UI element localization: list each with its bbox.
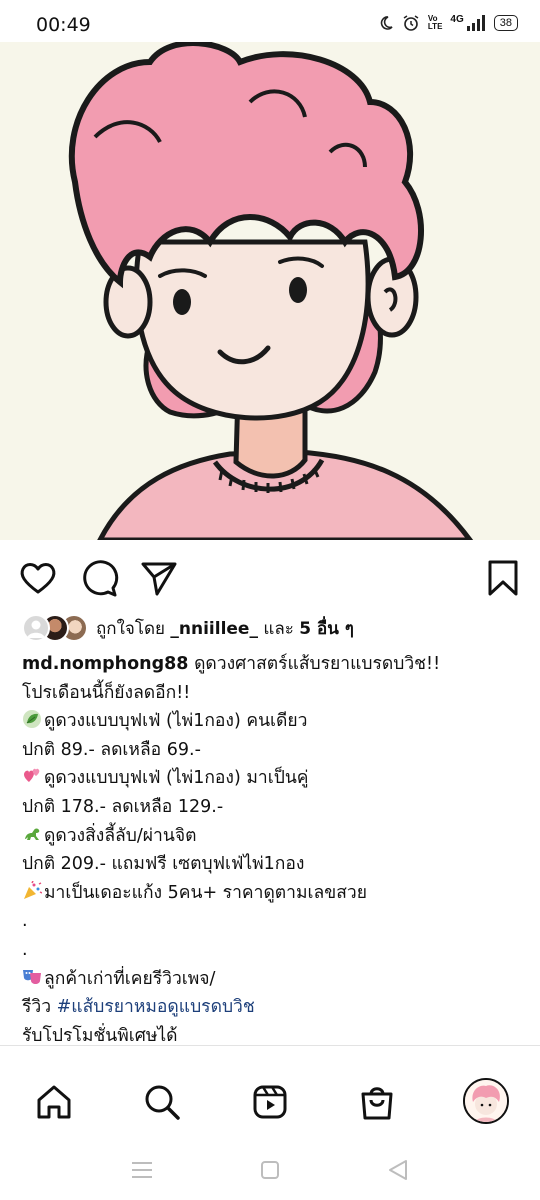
caption-text: ลูกค้าเก่าที่เคยรีวิวเพจ/ [44, 968, 216, 989]
shop-bag-icon[interactable] [357, 1082, 397, 1122]
moon-icon [380, 16, 393, 30]
status-icons: Vo LTE 4G 38 [378, 14, 518, 32]
reels-icon[interactable] [250, 1082, 290, 1122]
caption-line: ปกติ 89.- ลดเหลือ 69.- [22, 739, 201, 760]
profile-avatar-image [465, 1080, 507, 1122]
caption-line: ดูดวงแบบบุฟเฟ่ (ไพ่1กอง) คนเดียว [22, 707, 522, 736]
post-action-bar [0, 548, 540, 604]
caption-text: ดูดวงแบบบุฟเฟ่ (ไพ่1กอง) คนเดียว [44, 711, 308, 732]
network-label: 4G [450, 13, 464, 25]
caption-line: ปกติ 209.- แถมฟรี เซตบุฟเฟ่ไพ่1กอง [22, 854, 305, 875]
default-user-icon [27, 620, 45, 638]
menu-icon[interactable] [128, 1156, 156, 1184]
caption-line: . [22, 911, 28, 932]
comment-icon[interactable] [79, 558, 119, 598]
volte-indicator: Vo LTE [427, 14, 443, 31]
caption-text: รีวิว [22, 997, 52, 1018]
caption-line: ดูดวงแบบบุฟเฟ่ (ไพ่1กอง) มาเป็นคู่ [22, 764, 522, 793]
leaf-emoji-icon [23, 710, 41, 729]
system-nav-bar [0, 1136, 540, 1200]
party-popper-emoji-icon [24, 880, 42, 899]
signal-icon [466, 15, 485, 31]
likes-and: และ [263, 618, 294, 639]
caption-line: โปรเดือนนี้ก็ยังลดอีก!! [22, 682, 191, 703]
back-icon[interactable] [384, 1156, 412, 1184]
caption-line: รับโปรโมชั่นพิเศษได้ [22, 1025, 178, 1046]
liker-avatar[interactable] [22, 614, 50, 642]
likes-row: ถูกใจโดย _nniillee_ และ 5 อื่น ๆ [22, 610, 354, 646]
caption-line: md.nomphong88 ดูดวงศาสตร์แส้บรยาแบรดบวิช… [22, 650, 522, 679]
caption-line: รีวิว #แส้บรยาหมอดูแบรดบวิช [22, 993, 522, 1022]
caption-username[interactable]: md.nomphong88 [22, 654, 188, 674]
home-square-icon[interactable] [256, 1156, 284, 1184]
caption-line: . [22, 939, 28, 960]
post-image[interactable] [0, 42, 540, 540]
battery-icon: 38 [493, 15, 518, 31]
caption-headline: ดูดวงศาสตร์แส้บรยาแบรดบวิช!! [194, 654, 441, 674]
caption-text: มาเป็นเดอะแก้ง 5คน+ ราคาดูตามเลขสวย [44, 882, 367, 903]
caption-text: ดูดวงสิ่งลี้ลับ/ผ่านจิต [44, 825, 197, 846]
caption-line: ลูกค้าเก่าที่เคยรีวิวเพจ/ [22, 965, 522, 994]
home-icon[interactable] [34, 1082, 74, 1122]
likes-text: ถูกใจโดย _nniillee_ และ 5 อื่น ๆ [96, 615, 354, 642]
dinosaur-emoji-icon [25, 828, 40, 840]
send-icon[interactable] [139, 558, 179, 598]
divider [0, 1045, 540, 1046]
bookmark-icon[interactable] [483, 558, 523, 598]
search-icon[interactable] [142, 1082, 182, 1122]
cartoon-character-illustration [0, 42, 540, 540]
caption-line: ดูดวงสิ่งลี้ลับ/ผ่านจิต [22, 822, 522, 851]
liker-avatars[interactable] [22, 614, 88, 642]
caption-hashtag[interactable]: #แส้บรยาหมอดูแบรดบวิช [57, 997, 255, 1017]
likes-prefix: ถูกใจโดย [96, 618, 165, 639]
two-hearts-emoji-icon [24, 769, 40, 783]
bottom-nav [0, 1068, 540, 1136]
liker-username[interactable]: _nniillee_ [170, 619, 258, 639]
caption-text: ดูดวงแบบบุฟเฟ่ (ไพ่1กอง) มาเป็นคู่ [44, 768, 309, 789]
caption-line: มาเป็นเดอะแก้ง 5คน+ ราคาดูตามเลขสวย [22, 879, 522, 908]
status-time: 00:49 [36, 14, 91, 36]
alarm-icon [403, 15, 419, 31]
profile-avatar[interactable] [463, 1078, 509, 1124]
performing-arts-emoji-icon [23, 969, 41, 984]
caption-line: ปกติ 178.- ลดเหลือ 129.- [22, 796, 224, 817]
post-caption: md.nomphong88 ดูดวงศาสตร์แส้บรยาแบรดบวิช… [22, 650, 522, 1050]
heart-icon[interactable] [18, 558, 58, 598]
likes-others-link[interactable]: 5 อื่น ๆ [299, 619, 354, 639]
